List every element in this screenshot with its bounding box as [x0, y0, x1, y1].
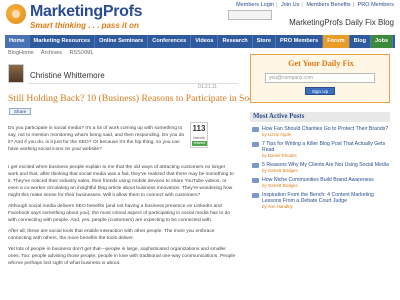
post-byline[interactable]: by Lizzie Apple: [262, 132, 390, 137]
article-paragraph: I get excited when business people expla…: [8, 165, 234, 198]
author-name[interactable]: Christine Whittemore: [30, 71, 105, 80]
post-date: 01.21.11: [198, 84, 218, 90]
nav-conferences[interactable]: Conferences: [148, 35, 192, 48]
post-byline[interactable]: by Daniel Rhodes: [262, 153, 390, 158]
list-item: Inspiration From the Bench: 4 Content Ma…: [250, 192, 390, 209]
post-byline[interactable]: by Garrett Bridges: [262, 168, 390, 173]
email-field[interactable]: you@company.com: [265, 73, 375, 83]
logo-mark-icon: [6, 4, 26, 24]
subnav-blog-home[interactable]: BlogHome: [8, 50, 34, 56]
author-avatar[interactable]: [8, 64, 24, 83]
top-link-login[interactable]: Members Login: [236, 2, 274, 8]
post-icon: [252, 163, 259, 168]
top-link-pro[interactable]: PRO Members: [358, 2, 394, 8]
post-link[interactable]: Inspiration From the Bench: 4 Content Ma…: [262, 192, 390, 204]
article-title[interactable]: Still Holding Back? 10 (Business) Reason…: [8, 93, 290, 104]
article-paragraph: After all, these are social tools that e…: [8, 229, 215, 241]
top-link-separator: |: [352, 2, 355, 8]
nav-marketing-resources[interactable]: Marketing Resources: [30, 35, 96, 48]
logo-name: MarketingProfs: [30, 3, 143, 20]
article-intro: Do you participate in social media? It's…: [8, 125, 186, 157]
article-paragraph: Yet lots of people in business don't get…: [8, 247, 236, 266]
site-logo[interactable]: MarketingProfs Smart thinking . . . pass…: [6, 2, 143, 32]
blog-subnav: BlogHome Archives RSS/XML: [8, 50, 100, 56]
subnav-rss[interactable]: RSS/XML: [70, 50, 94, 56]
post-icon: [252, 178, 259, 183]
article-body: I get excited when business people expla…: [8, 164, 236, 271]
top-links: Members Login | Join Us | Members Benefits…: [234, 2, 394, 8]
post-icon: [252, 127, 259, 132]
post-byline[interactable]: by Garrett Bridges: [262, 183, 390, 188]
nav-store[interactable]: Store: [253, 35, 276, 48]
nav-home[interactable]: Home: [5, 35, 30, 48]
nav-blog[interactable]: Blog: [349, 35, 372, 48]
list-item: 5 Reasons Why My Clients Are Not Using S…: [250, 162, 390, 173]
main-nav: Home Marketing Resources Online Seminars…: [5, 35, 395, 48]
tweet-count: 113: [192, 124, 206, 133]
top-link-join[interactable]: Join Us: [281, 2, 299, 8]
nav-jobs[interactable]: Jobs: [371, 35, 394, 48]
logo-tagline: Smart thinking . . . pass it on: [30, 21, 139, 30]
list-item: 7 Tips for Writing a Killer Blog Post Th…: [250, 141, 390, 158]
most-active-posts-heading: Most Active Posts: [250, 112, 390, 122]
signup-title: Get Your Daily Fix: [288, 59, 354, 68]
author-block: Christine Whittemore: [8, 64, 238, 84]
most-active-posts-list: How Fan Should Charities Go to Protect T…: [250, 126, 390, 213]
post-icon: [252, 193, 259, 198]
article-paragraph: Do you participate in social media? It's…: [8, 126, 185, 152]
top-link-benefits[interactable]: Members Benefits: [306, 2, 350, 8]
nav-pro-members[interactable]: PRO Members: [276, 35, 324, 48]
post-byline[interactable]: by Ann Handley: [262, 204, 390, 209]
list-item: How Niche Communities Build Brand Awaren…: [250, 177, 390, 188]
list-item: How Fan Should Charities Go to Protect T…: [250, 126, 390, 137]
retweet-button[interactable]: retweet: [192, 141, 207, 146]
tweet-label: tweets: [193, 135, 205, 140]
nav-forum[interactable]: Forum: [323, 35, 350, 48]
blog-name: MarketingProfs Daily Fix Blog: [289, 18, 394, 27]
top-link-separator: |: [276, 2, 278, 8]
top-link-separator: |: [301, 2, 303, 8]
nav-research[interactable]: Research: [218, 35, 253, 48]
article-paragraph: Although social media delivers SEO benef…: [8, 204, 231, 223]
post-icon: [252, 142, 259, 147]
daily-fix-signup: Get Your Daily Fix you@company.com Sign …: [250, 54, 390, 103]
nav-videos[interactable]: Videos: [191, 35, 219, 48]
header-search-input[interactable]: [228, 10, 272, 20]
nav-online-seminars[interactable]: Online Seminars: [95, 35, 149, 48]
sign-up-button[interactable]: Sign Up: [305, 87, 335, 95]
share-button[interactable]: Share: [9, 108, 31, 115]
tweet-counter[interactable]: 113 tweets retweet: [190, 122, 208, 148]
post-link[interactable]: 7 Tips for Writing a Killer Blog Post Th…: [262, 141, 390, 153]
site-header: MarketingProfs Smart thinking . . . pass…: [0, 0, 400, 34]
subnav-archives[interactable]: Archives: [41, 50, 62, 56]
